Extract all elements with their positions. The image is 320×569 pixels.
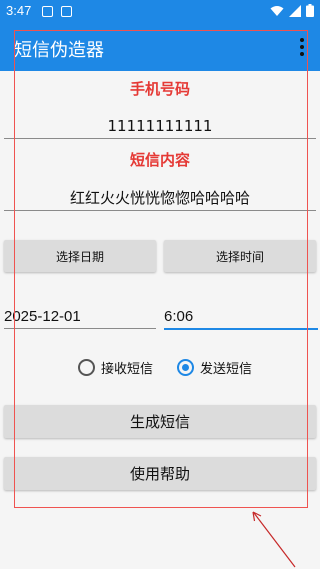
- radio-send-label: 发送短信: [200, 362, 253, 377]
- select-time-button[interactable]: 选择时间: [164, 240, 316, 272]
- status-bar: 3:47: [0, 0, 320, 24]
- font-a-icon: [61, 6, 72, 17]
- annotation-arrow-icon: [252, 511, 296, 568]
- help-button[interactable]: 使用帮助: [4, 457, 316, 490]
- phone-input[interactable]: 11111111111: [4, 117, 316, 139]
- status-right-icons: [270, 4, 314, 17]
- generate-sms-button[interactable]: 生成短信: [4, 405, 316, 438]
- date-field[interactable]: 2025-12-01: [4, 308, 156, 329]
- sms-label: 短信内容: [129, 151, 190, 169]
- radio-unchecked-icon[interactable]: [78, 359, 95, 376]
- signal-icon: [289, 4, 301, 17]
- select-date-button[interactable]: 选择日期: [4, 240, 156, 272]
- sms-content-input[interactable]: 红红火火恍恍惚惚哈哈哈哈: [4, 187, 316, 211]
- radio-receive[interactable]: 接收短信: [78, 358, 153, 377]
- app-title: 短信伪造器: [14, 40, 104, 61]
- radio-send[interactable]: 发送短信: [177, 358, 252, 377]
- radio-checked-icon[interactable]: [177, 359, 195, 376]
- more-vert-icon[interactable]: [300, 38, 304, 56]
- image-icon: [42, 6, 53, 17]
- sms-type-radio-group: 接收短信 发送短信: [78, 358, 276, 377]
- time-field[interactable]: 6:06: [164, 308, 318, 330]
- battery-icon: [306, 4, 314, 17]
- radio-receive-label: 接收短信: [101, 362, 154, 377]
- status-time: 3:47: [6, 3, 32, 18]
- app-bar: 短信伪造器: [0, 24, 320, 71]
- wifi-icon: [270, 5, 284, 16]
- phone-label: 手机号码: [129, 80, 190, 98]
